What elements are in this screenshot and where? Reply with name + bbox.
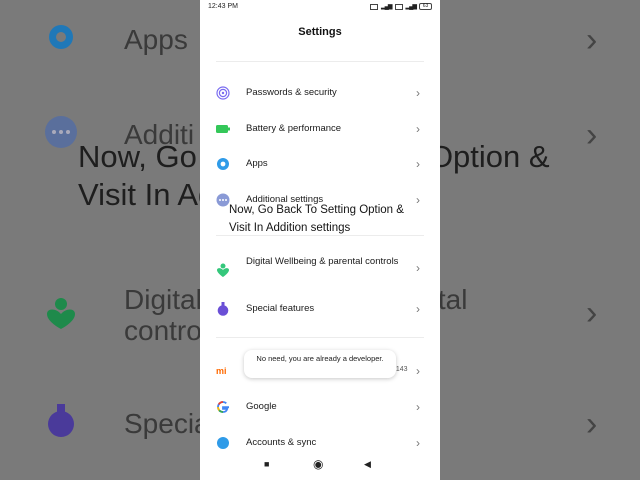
chevron-right-icon: › [416, 364, 420, 378]
bg-chevron-icon: › [586, 294, 598, 332]
settings-item-label: Google [246, 401, 277, 412]
back-button[interactable]: ◀ [364, 459, 371, 470]
settings-item-battery-performance[interactable]: Battery & performance › [200, 112, 440, 146]
sim2-lte-icon [394, 3, 403, 10]
divider [216, 337, 424, 338]
navigation-bar: ■ ◉ ◀ [200, 452, 440, 480]
fingerprint-icon [216, 86, 230, 100]
battery-icon [216, 125, 230, 133]
heart-person-icon [217, 263, 229, 277]
chevron-right-icon: › [416, 302, 420, 316]
settings-item-apps[interactable]: Apps › [200, 147, 440, 181]
phone-screen: 12:43 PM ▂▄▆ ▂▄▆ 63 Settings Passwords &… [200, 0, 440, 480]
settings-item-label: Digital Wellbeing & parental controls [246, 256, 399, 267]
sim1-lte-icon [370, 3, 379, 10]
more-icon [45, 116, 77, 148]
divider [216, 61, 424, 62]
settings-item-label: Passwords & security [246, 87, 337, 98]
page-title: Settings [298, 26, 342, 38]
gear-icon [217, 158, 229, 170]
status-icons: ▂▄▆ ▂▄▆ 63 [370, 3, 432, 10]
flask-icon [217, 302, 229, 316]
recents-button[interactable]: ■ [264, 459, 269, 469]
chevron-right-icon: › [416, 436, 420, 450]
settings-item-passwords-security[interactable]: Passwords & security › [200, 76, 440, 110]
home-button[interactable]: ◉ [313, 457, 323, 471]
settings-item-google[interactable]: Google › [200, 390, 440, 424]
signal-icon: ▂▄▆ [381, 4, 393, 10]
signal-icon: ▂▄▆ [405, 4, 418, 10]
battery-status-icon: 63 [419, 3, 432, 10]
settings-item-label: Accounts & sync [246, 437, 317, 448]
gear-icon [49, 25, 73, 49]
settings-item-accounts-sync[interactable]: Accounts & sync › [200, 426, 440, 452]
bg-label-special: Specia [124, 408, 210, 439]
settings-item-label: Apps [246, 158, 268, 169]
bg-chevron-icon: › [586, 21, 598, 59]
bg-label-apps: Apps [124, 24, 188, 55]
chevron-right-icon: › [416, 86, 420, 100]
status-bar: 12:43 PM ▂▄▆ ▂▄▆ 63 [200, 0, 440, 14]
divider [216, 235, 424, 236]
flask-icon [48, 404, 74, 437]
heart-person-icon [47, 298, 75, 329]
chevron-right-icon: › [416, 157, 420, 171]
settings-item-digital-wellbeing[interactable]: Digital Wellbeing & parental controls › [200, 252, 440, 290]
chevron-right-icon: › [416, 122, 420, 136]
google-icon [217, 401, 229, 413]
account-icon [217, 437, 229, 449]
chevron-right-icon: › [416, 400, 420, 414]
bg-chevron-icon: › [586, 405, 598, 443]
more-icon [216, 193, 230, 207]
settings-item-label: Battery & performance [246, 123, 342, 134]
tutorial-caption: Now, Go Back To Setting Option & Visit I… [229, 204, 404, 234]
mi-icon: mi [216, 366, 227, 376]
toast-message: No need, you are already a developer. [244, 350, 396, 378]
settings-item-label: Special features [246, 303, 315, 314]
chevron-right-icon: › [416, 261, 420, 275]
settings-item-special-features[interactable]: Special features › [200, 292, 440, 326]
status-time: 12:43 PM [208, 3, 238, 10]
